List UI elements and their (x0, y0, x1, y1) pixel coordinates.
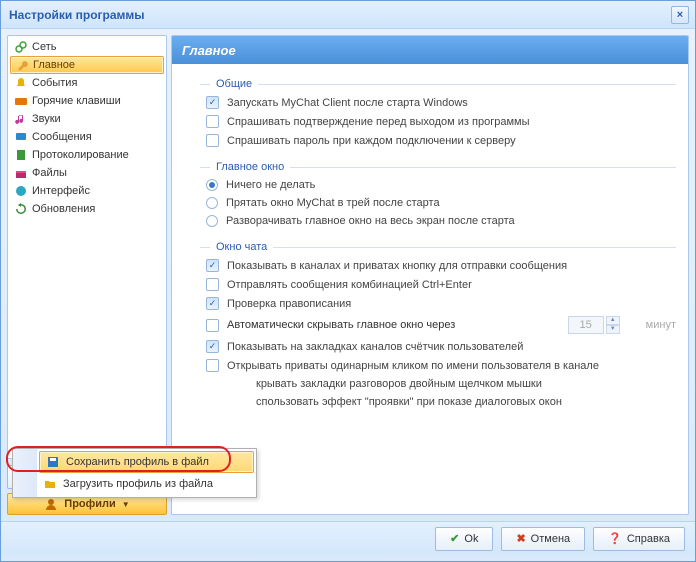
cancel-icon: ✖ (516, 532, 525, 545)
dialog-footer: ✔Ok ✖Отмена ❓Справка (1, 521, 695, 555)
nav-network[interactable]: Сеть (10, 38, 164, 56)
titlebar: Настройки программы × (1, 1, 695, 29)
radio-tray[interactable] (206, 197, 218, 209)
checkbox-send-button[interactable] (206, 259, 219, 272)
checkbox-autohide[interactable] (206, 319, 219, 332)
window-title: Настройки программы (9, 8, 145, 22)
link-icon (14, 40, 28, 54)
checkbox-user-count[interactable] (206, 340, 219, 353)
check-icon: ✔ (450, 532, 459, 545)
panel-header: Главное (172, 36, 688, 64)
help-button[interactable]: ❓Справка (593, 527, 685, 551)
refresh-icon (14, 202, 28, 216)
spin-down[interactable]: ▼ (606, 325, 620, 334)
folder-open-icon (43, 477, 57, 491)
log-icon (14, 148, 28, 162)
profiles-popup: Сохранить профиль в файл Загрузить профи… (12, 448, 257, 498)
nav-hotkeys[interactable]: Горячие клавиши (10, 92, 164, 110)
sidebar: Сеть Главное События Горячие клавиши Зву… (7, 35, 167, 515)
checkbox-autostart[interactable] (206, 96, 219, 109)
menu-load-profile[interactable]: Загрузить профиль из файла (37, 473, 256, 495)
settings-window: Настройки программы × Сеть Главное Событ… (0, 0, 696, 562)
radio-maximize[interactable] (206, 215, 218, 227)
nav-files[interactable]: Файлы (10, 164, 164, 182)
group-chat-window: Окно чата Показывать в каналах и привата… (200, 237, 676, 408)
panel-title: Главное (182, 43, 236, 58)
gift-icon (14, 166, 28, 180)
book-icon: ❓ (608, 532, 622, 545)
nav-events[interactable]: События (10, 74, 164, 92)
message-icon (14, 130, 28, 144)
palette-icon (14, 184, 28, 198)
checkbox-open-private[interactable] (206, 359, 219, 372)
cancel-button[interactable]: ✖Отмена (501, 527, 585, 551)
music-icon (14, 112, 28, 126)
nav-updates[interactable]: Обновления (10, 200, 164, 218)
nav-messages[interactable]: Сообщения (10, 128, 164, 146)
wrench-icon (15, 58, 29, 72)
spin-up[interactable]: ▲ (606, 316, 620, 325)
keyboard-icon (14, 94, 28, 108)
chevron-down-icon: ▼ (122, 500, 130, 509)
ok-button[interactable]: ✔Ok (435, 527, 493, 551)
close-button[interactable]: × (671, 6, 689, 24)
nav-sounds[interactable]: Звуки (10, 110, 164, 128)
checkbox-confirm-exit[interactable] (206, 115, 219, 128)
menu-save-profile[interactable]: Сохранить профиль в файл (39, 451, 254, 473)
checkbox-ctrl-enter[interactable] (206, 278, 219, 291)
category-nav: Сеть Главное События Горячие клавиши Зву… (7, 35, 167, 459)
checkbox-ask-password[interactable] (206, 134, 219, 147)
checkbox-spellcheck[interactable] (206, 297, 219, 310)
user-icon (44, 497, 58, 511)
save-disk-icon (46, 455, 60, 469)
nav-main[interactable]: Главное (10, 56, 164, 74)
group-general: Общие Запускать MyChat Client после стар… (200, 74, 676, 147)
nav-logging[interactable]: Протоколирование (10, 146, 164, 164)
settings-panel: Главное Общие Запускать MyChat Client по… (171, 35, 689, 515)
nav-interface[interactable]: Интерфейс (10, 182, 164, 200)
autohide-minutes-input[interactable]: 15 (568, 316, 604, 334)
group-main-window: Главное окно Ничего не делать Прятать ок… (200, 157, 676, 227)
bell-icon (14, 76, 28, 90)
radio-none[interactable] (206, 179, 218, 191)
